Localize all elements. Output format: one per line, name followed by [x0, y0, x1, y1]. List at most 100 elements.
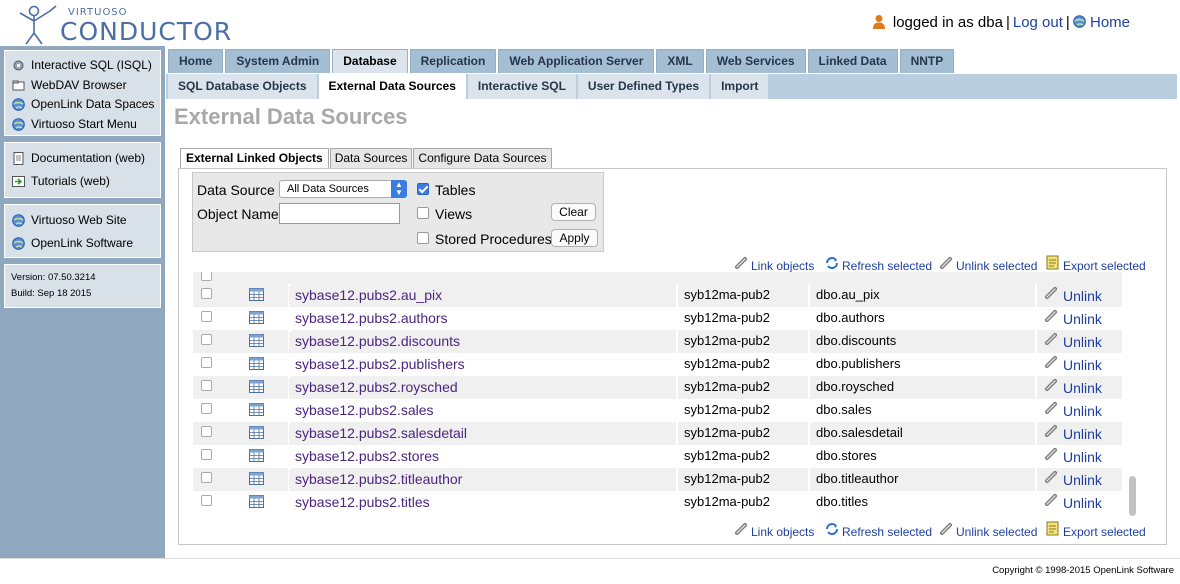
- page-title: External Data Sources: [174, 104, 408, 129]
- row-object-name[interactable]: sybase12.pubs2.roysched: [289, 378, 674, 399]
- virtuoso-logo[interactable]: VIRTUOSO CONDUCTOR: [6, 3, 231, 46]
- subtab-user-defined-types[interactable]: User Defined Types: [577, 74, 710, 99]
- row-data-source: syb12ma-pub2: [676, 445, 806, 468]
- tab-system-admin[interactable]: System Admin: [225, 49, 331, 73]
- row-object-name[interactable]: sybase12.pubs2.discounts: [289, 332, 674, 353]
- globe-icon: [12, 214, 25, 227]
- sidebar-item-webdav[interactable]: WebDAV Browser: [5, 76, 160, 96]
- object-name-input[interactable]: [279, 203, 400, 224]
- tab-nntp[interactable]: NNTP: [899, 49, 955, 73]
- link-objects-action[interactable]: Link objects: [735, 523, 814, 539]
- sidebar-item-label: Interactive SQL (ISQL): [31, 58, 152, 72]
- clear-button[interactable]: Clear: [551, 203, 596, 221]
- tab-database[interactable]: Database: [332, 49, 408, 73]
- table-scrollbar[interactable]: [1122, 272, 1138, 516]
- row-object-name[interactable]: sybase12.pubs2.sales: [289, 401, 674, 422]
- row-object-name[interactable]: sybase12.pubs2.authors: [289, 309, 674, 330]
- table-row: sybase12.pubs2.roysched syb12ma-pub2 dbo.r…: [193, 376, 1122, 399]
- home-link[interactable]: Home: [1090, 14, 1130, 31]
- views-label: Views: [435, 206, 473, 222]
- row-unlink-link[interactable]: Unlink: [1035, 284, 1122, 307]
- row-unlink-link[interactable]: Unlink: [1035, 330, 1122, 353]
- subtab-interactive-sql[interactable]: Interactive SQL: [467, 74, 576, 99]
- row-unlink-link[interactable]: Unlink: [1035, 399, 1122, 422]
- export-selected-action[interactable]: Export selected: [1046, 521, 1146, 539]
- sidebar-item-tutorials[interactable]: Tutorials (web): [5, 172, 160, 192]
- subtab-external-data-sources[interactable]: External Data Sources: [318, 74, 466, 99]
- row-checkbox[interactable]: [201, 288, 212, 299]
- row-unlink-link[interactable]: Unlink: [1035, 353, 1122, 376]
- stored-procedures-checkbox[interactable]: [417, 232, 429, 244]
- filter-box: Data Source All Data Sources ▲ ▼ Object N…: [192, 172, 604, 252]
- data-source-value: All Data Sources: [287, 183, 369, 195]
- row-unlink-link[interactable]: Unlink: [1035, 376, 1122, 399]
- row-unlink-link[interactable]: Unlink: [1035, 422, 1122, 445]
- subtab-sql-database-objects[interactable]: SQL Database Objects: [168, 74, 317, 99]
- table-row: sybase12.pubs2.discounts syb12ma-pub2 dbo.…: [193, 330, 1122, 353]
- tab-configure-data-sources[interactable]: Configure Data Sources: [413, 148, 552, 168]
- sidebar-item-ods[interactable]: OpenLink Data Spaces: [5, 95, 160, 115]
- sidebar-item-isql[interactable]: Interactive SQL (ISQL): [5, 56, 160, 76]
- row-checkbox[interactable]: [201, 357, 212, 368]
- tab-external-linked-objects[interactable]: External Linked Objects: [180, 148, 329, 169]
- row-checkbox[interactable]: [201, 495, 212, 506]
- row-unlink-link[interactable]: Unlink: [1035, 307, 1122, 330]
- row-checkbox[interactable]: [201, 334, 212, 345]
- row-checkbox[interactable]: [201, 426, 212, 437]
- row-unlink-link[interactable]: Unlink: [1035, 445, 1122, 468]
- sidebar-item-start-menu[interactable]: Virtuoso Start Menu: [5, 115, 160, 135]
- row-object-name[interactable]: sybase12.pubs2.au_pix: [289, 286, 674, 307]
- row-checkbox[interactable]: [201, 380, 212, 391]
- apply-button[interactable]: Apply: [551, 229, 598, 247]
- sidebar-item-openlink[interactable]: OpenLink Software: [5, 234, 160, 254]
- logo-big-text: CONDUCTOR: [60, 17, 233, 46]
- tables-checkbox[interactable]: [417, 183, 429, 195]
- refresh-icon: [826, 523, 838, 535]
- sidebar: Interactive SQL (ISQL) WebDAV Browser Op…: [0, 46, 165, 558]
- tab-data-sources[interactable]: Data Sources: [329, 148, 413, 168]
- refresh-selected-action[interactable]: Refresh selected: [826, 257, 932, 273]
- unlink-selected-action[interactable]: Unlink selected: [940, 523, 1037, 539]
- tab-web-services[interactable]: Web Services: [705, 49, 806, 73]
- export-selected-action[interactable]: Export selected: [1046, 255, 1146, 273]
- scrollbar-thumb[interactable]: [1129, 476, 1136, 516]
- chain-link-icon: [1045, 448, 1057, 460]
- table-icon: [249, 311, 264, 324]
- row-object-name[interactable]: sybase12.pubs2.publishers: [289, 355, 674, 376]
- chain-link-icon: [735, 523, 747, 535]
- row-object-name[interactable]: sybase12.pubs2.stores: [289, 447, 674, 468]
- logout-link[interactable]: Log out: [1013, 14, 1063, 31]
- login-bar: logged in as dba | Log out | Home: [872, 14, 1130, 31]
- row-object-name[interactable]: sybase12.pubs2.titleauthor: [289, 470, 674, 491]
- row-checkbox[interactable]: [201, 311, 212, 322]
- row-checkbox[interactable]: [201, 272, 212, 281]
- object-name-label: Object Name: [197, 206, 279, 222]
- chain-link-icon: [1045, 402, 1057, 414]
- row-unlink-link[interactable]: Unlink: [1035, 468, 1122, 491]
- data-source-label: Data Source: [197, 182, 275, 198]
- tab-home[interactable]: Home: [168, 49, 224, 73]
- sidebar-item-label: OpenLink Software: [31, 236, 134, 250]
- refresh-selected-action[interactable]: Refresh selected: [826, 523, 932, 539]
- sidebar-item-documentation[interactable]: Documentation (web): [5, 149, 160, 172]
- tab-linked-data[interactable]: Linked Data: [807, 49, 898, 73]
- tab-xml[interactable]: XML: [656, 49, 704, 73]
- row-object-name[interactable]: sybase12.pubs2.salesdetail: [289, 424, 674, 445]
- logged-in-text: logged in as dba: [892, 14, 1003, 31]
- subtab-import[interactable]: Import: [711, 74, 769, 99]
- tab-replication[interactable]: Replication: [409, 49, 497, 73]
- row-object-name[interactable]: sybase12.pubs2.titles: [289, 493, 674, 514]
- row-checkbox[interactable]: [201, 472, 212, 483]
- views-checkbox[interactable]: [417, 207, 429, 219]
- tab-web-application-server[interactable]: Web Application Server: [498, 49, 655, 73]
- row-checkbox[interactable]: [201, 403, 212, 414]
- unlink-selected-action[interactable]: Unlink selected: [940, 257, 1037, 273]
- table-icon: [249, 288, 264, 301]
- sidebar-group-links: Virtuoso Web Site OpenLink Software: [4, 204, 161, 258]
- row-checkbox[interactable]: [201, 449, 212, 460]
- data-source-select[interactable]: All Data Sources ▲ ▼: [279, 180, 407, 198]
- link-objects-action[interactable]: Link objects: [735, 257, 814, 273]
- row-unlink-link[interactable]: Unlink: [1035, 491, 1122, 514]
- row-remote-name: dbo.roysched: [808, 376, 1033, 399]
- sidebar-item-virtuoso-site[interactable]: Virtuoso Web Site: [5, 211, 160, 234]
